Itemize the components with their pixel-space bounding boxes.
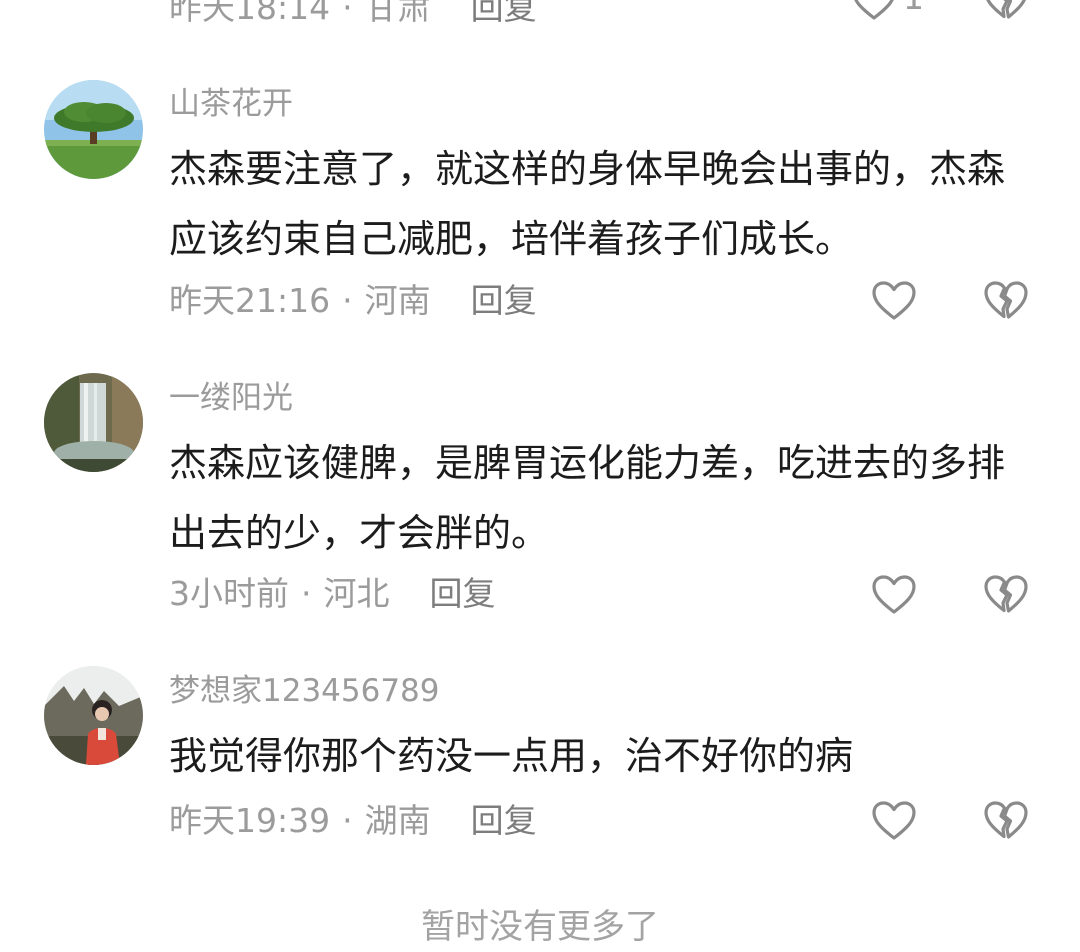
waterfall-avatar-icon [44, 373, 143, 472]
no-more-comments-text: 暂时没有更多了 [421, 907, 659, 947]
reply-button[interactable]: 回复 [430, 574, 496, 613]
dislike-button[interactable] [983, 574, 1029, 616]
avatar[interactable] [44, 666, 143, 765]
comment-text: 杰森应该健脾，是脾胃运化能力差，吃进去的多排出去的少，才会胖的。 [169, 441, 1006, 555]
meta-separator: · [342, 801, 353, 840]
comment-username[interactable]: 梦想家123456789 [169, 671, 440, 711]
reply-button[interactable]: 回复 [471, 281, 537, 320]
comment-username[interactable]: 山茶花开 [169, 84, 293, 124]
broken-heart-outline-icon [986, 0, 1026, 19]
meta-separator: · [301, 574, 312, 613]
avatar[interactable] [44, 373, 143, 472]
heart-outline-icon [872, 801, 916, 840]
avatar[interactable] [44, 80, 143, 179]
like-button[interactable]: 1 [851, 0, 924, 22]
tree-landscape-avatar-icon [44, 80, 143, 179]
comment-location: 甘肃 [364, 0, 431, 27]
comment-meta: 昨天18:14 · 甘肃 回复 [169, 0, 537, 30]
comment-time: 昨天18:14 [169, 0, 331, 27]
like-button[interactable] [871, 800, 917, 842]
broken-heart-outline-icon [984, 575, 1028, 613]
comment-location: 湖南 [364, 801, 431, 840]
comment-meta: 3小时前 · 河北 回复 [169, 572, 496, 616]
like-button[interactable] [871, 280, 917, 322]
heart-outline-icon [872, 575, 916, 614]
heart-outline-icon [854, 0, 894, 20]
comment-time: 昨天19:39 [169, 801, 331, 840]
reply-button[interactable]: 回复 [471, 0, 537, 27]
comment-text: 杰森要注意了，就这样的身体早晚会出事的，杰森应该约束自己减肥，培伴着孩子们成长。 [169, 147, 1006, 261]
meta-separator: · [342, 281, 353, 320]
like-button[interactable] [871, 574, 917, 616]
comment-time: 3小时前 [169, 574, 289, 613]
like-count: 1 [903, 0, 924, 17]
dislike-button[interactable] [983, 0, 1029, 22]
comment-meta: 昨天19:39 · 湖南 回复 [169, 799, 537, 843]
heart-outline-icon [872, 281, 916, 320]
broken-heart-outline-icon [984, 281, 1028, 319]
comment-meta: 昨天21:16 · 河南 回复 [169, 279, 537, 323]
comment-location: 河北 [323, 574, 390, 613]
dislike-button[interactable] [983, 280, 1029, 322]
broken-heart-outline-icon [984, 801, 1028, 839]
dislike-button[interactable] [983, 800, 1029, 842]
comment-username[interactable]: 一缕阳光 [169, 378, 293, 418]
meta-separator: · [342, 0, 353, 27]
reply-button[interactable]: 回复 [471, 801, 537, 840]
comment-location: 河南 [364, 281, 431, 320]
comment-time: 昨天21:16 [169, 281, 331, 320]
comment-text: 我觉得你那个药没一点用，治不好你的病 [169, 734, 854, 778]
person-photo-avatar-icon [44, 666, 143, 765]
